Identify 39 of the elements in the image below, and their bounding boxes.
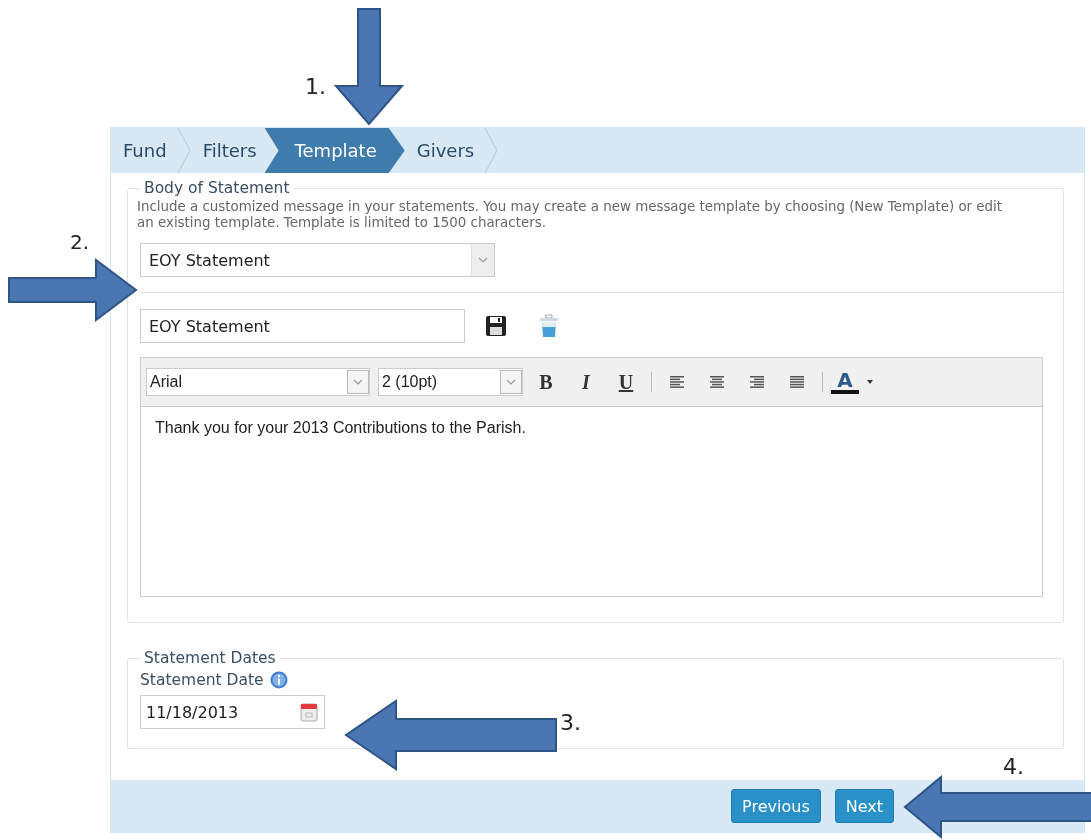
chevron-down-icon	[506, 379, 516, 385]
chevron-divider	[484, 128, 499, 173]
step-number: 2.	[70, 230, 90, 254]
step-number: 4.	[1003, 754, 1024, 779]
date-field[interactable]: 11/18/2013	[140, 695, 325, 729]
nav-button[interactable]: Next	[834, 789, 894, 823]
caret-icon[interactable]	[867, 380, 873, 384]
nav-button[interactable]: Previous	[731, 789, 821, 823]
wizard-tab[interactable]: Fund	[111, 128, 177, 173]
info-icon[interactable]	[269, 671, 288, 689]
justify-icon[interactable]	[790, 375, 804, 389]
description-text: Include a customized message in your statements. You may create a new message template by choosing (New Template) or edit an existing template. Template is limited to 1500 characters.	[137, 199, 1004, 231]
wizard-tab[interactable]: Filters	[190, 128, 267, 173]
align-right-icon[interactable]	[750, 375, 764, 389]
save-icon[interactable]	[485, 315, 507, 337]
align-left-icon[interactable]	[670, 375, 684, 389]
align-center-icon[interactable]	[710, 375, 724, 389]
font-dropdown[interactable]: Arial	[146, 368, 370, 396]
underline-button[interactable]: U	[609, 370, 643, 394]
trash-icon[interactable]	[537, 314, 561, 338]
chevron-down-icon	[353, 379, 363, 385]
step-number: 1.	[305, 74, 326, 99]
template-dropdown[interactable]: EOY Statement	[140, 243, 495, 277]
wizard-tab[interactable]: Givers	[404, 128, 485, 173]
rich-text-editor[interactable]: Arial 2 (10pt) B I U A Thank you for your 2013 Contributions to the Parish.	[140, 357, 1043, 597]
chevron-down-icon	[478, 257, 488, 263]
editor-text: Thank you for your 2013 Contributions to the Parish.	[154, 418, 527, 438]
calendar-icon[interactable]	[300, 702, 318, 722]
section-legend: Body of Statement	[140, 179, 294, 197]
italic-button[interactable]: I	[569, 370, 603, 394]
template-name-field[interactable]: EOY Statement	[140, 309, 465, 343]
chevron-divider	[176, 128, 191, 173]
section-legend: Statement Dates	[140, 649, 280, 667]
step-number: 3.	[560, 710, 581, 735]
wizard-tab[interactable]: Template	[264, 128, 405, 173]
font-size-dropdown[interactable]: 2 (10pt)	[378, 368, 523, 396]
text-color-button[interactable]: A	[831, 370, 859, 394]
bold-button[interactable]: B	[529, 370, 563, 394]
field-label: Statement Date	[140, 671, 264, 689]
